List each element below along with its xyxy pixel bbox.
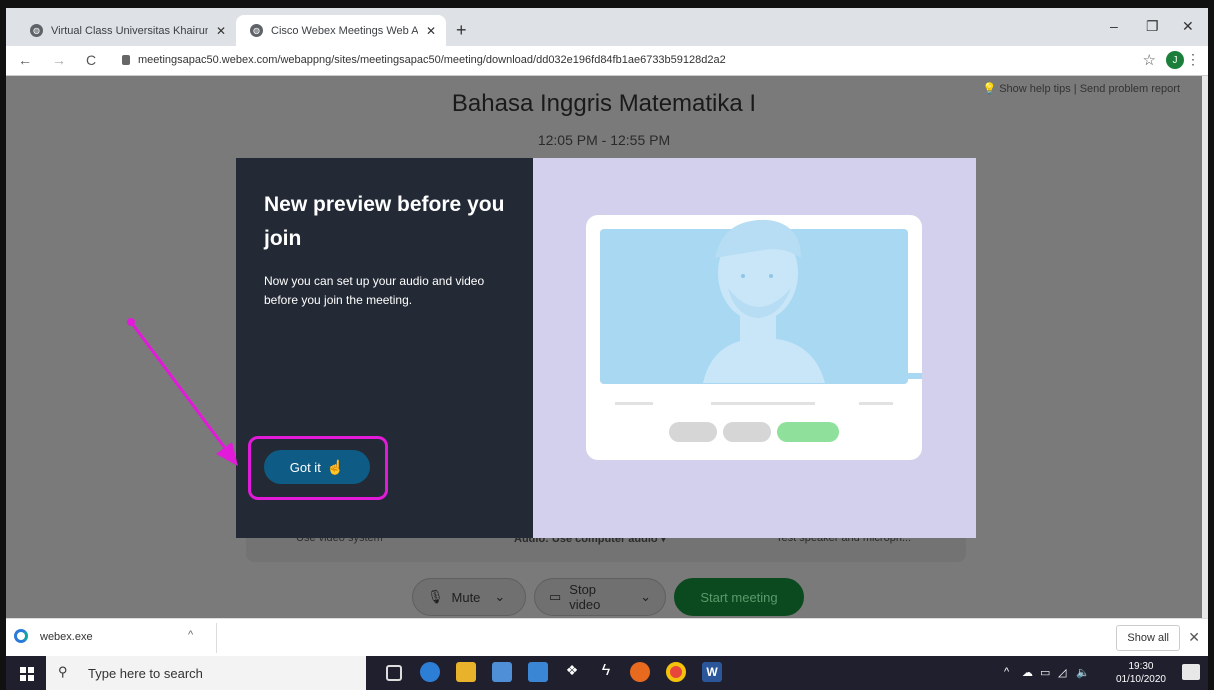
file-explorer-icon[interactable]	[456, 662, 476, 682]
clock-time: 19:30	[1128, 661, 1154, 672]
profile-avatar[interactable]: J	[1166, 51, 1184, 69]
taskbar-search-box[interactable]: ⚲ Type here to search	[46, 656, 366, 690]
annotation-highlight-box	[248, 436, 388, 500]
download-filename[interactable]: webex.exe	[40, 631, 93, 643]
stop-video-button[interactable]: ▭ Stop video ⌄	[534, 578, 666, 616]
chevron-down-icon: ⌄	[640, 589, 651, 604]
tab-webex[interactable]: ◍ Cisco Webex Meetings Web App ✕	[236, 15, 446, 46]
meeting-time: 12:05 PM - 12:55 PM	[537, 132, 671, 148]
taskbar-clock[interactable]: 19:30 01/10/2020	[1116, 660, 1166, 686]
tab-label: Virtual Class Universitas Khairun	[51, 24, 208, 37]
tray-chevron-icon[interactable]: ^	[1004, 666, 1009, 678]
downloads-bar: webex.exe ^ Show all ✕	[6, 618, 1208, 656]
address-bar: ← → C meetingsapac50.webex.com/webappng/…	[6, 46, 1208, 76]
tab-virtual-class[interactable]: ◍ Virtual Class Universitas Khairun ✕	[16, 15, 236, 46]
mail-icon[interactable]	[528, 662, 548, 682]
start-meeting-button[interactable]: Start meeting	[674, 578, 804, 616]
tab-strip: ◍ Virtual Class Universitas Khairun ✕ ◍ …	[6, 8, 1208, 46]
show-all-button[interactable]: Show all	[1116, 625, 1180, 651]
video-camera-icon: ▭	[549, 589, 562, 604]
winamp-icon[interactable]: ϟ	[596, 662, 616, 682]
page-scrollbar[interactable]	[1202, 76, 1208, 618]
microphone-icon: 🎙	[427, 589, 444, 604]
volume-icon[interactable]: 🔈	[1076, 666, 1090, 679]
battery-icon[interactable]: ▭	[1040, 666, 1050, 679]
divider	[216, 623, 217, 653]
windows-taskbar: ⚲ Type here to search ❖ ϟ W ^ ☁ ▭ ◿ 🔈 19…	[6, 656, 1208, 690]
downloads-close-icon[interactable]: ✕	[1188, 629, 1200, 646]
mute-button[interactable]: 🎙 Mute ⌄	[412, 578, 526, 616]
globe-icon: ◍	[30, 24, 43, 37]
forward-button[interactable]: →	[52, 52, 66, 68]
network-icon[interactable]: ◿	[1058, 666, 1066, 679]
url-field[interactable]: meetingsapac50.webex.com/webappng/sites/…	[138, 54, 726, 66]
tab-close-icon[interactable]: ✕	[216, 24, 226, 38]
new-tab-button[interactable]: +	[456, 20, 467, 41]
stop-video-label: Stop video	[569, 582, 601, 612]
clock-date: 01/10/2020	[1115, 674, 1166, 685]
browser-menu-icon[interactable]: ⋮	[1186, 51, 1200, 68]
word-icon[interactable]: W	[702, 662, 722, 682]
windows-start-icon[interactable]	[20, 667, 34, 681]
preview-illustration	[586, 215, 922, 460]
meeting-title: Bahasa Inggris Matematika I	[451, 90, 757, 117]
reload-button[interactable]: C	[86, 52, 96, 68]
search-icon: ⚲	[58, 664, 68, 679]
mute-label: Mute	[451, 589, 481, 605]
back-button[interactable]: ←	[18, 52, 32, 68]
onedrive-icon[interactable]: ☁	[1022, 666, 1033, 679]
window-close-button[interactable]: ✕	[1182, 18, 1194, 35]
tab-close-icon[interactable]: ✕	[426, 24, 436, 38]
dropbox-icon[interactable]: ❖	[562, 662, 582, 682]
search-placeholder: Type here to search	[88, 666, 203, 681]
notification-icon[interactable]	[1182, 664, 1200, 680]
task-view-icon[interactable]	[386, 665, 402, 681]
firefox-icon[interactable]	[630, 662, 650, 682]
globe-icon: ◍	[250, 24, 263, 37]
store-icon[interactable]	[492, 662, 512, 682]
chevron-up-icon[interactable]: ^	[188, 629, 193, 641]
bookmark-star-icon[interactable]: ☆	[1143, 51, 1156, 69]
modal-body: Now you can set up your audio and video …	[264, 274, 485, 307]
lock-icon	[122, 55, 130, 65]
minimize-button[interactable]: –	[1110, 18, 1118, 34]
tab-label: Cisco Webex Meetings Web App	[271, 24, 418, 37]
chrome-icon[interactable]	[666, 662, 686, 682]
restore-button[interactable]: ❐	[1146, 18, 1159, 35]
webex-file-icon	[14, 629, 28, 643]
edge-icon[interactable]	[420, 662, 440, 682]
modal-heading: New preview before you join	[264, 193, 505, 250]
chevron-down-icon: ⌄	[494, 589, 506, 604]
modal-illustration-panel	[533, 158, 976, 538]
